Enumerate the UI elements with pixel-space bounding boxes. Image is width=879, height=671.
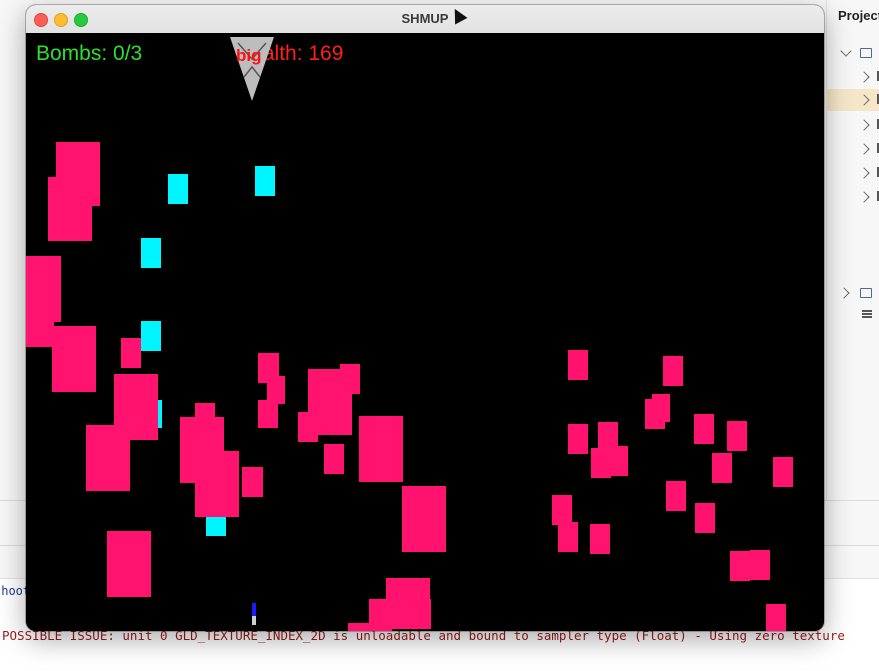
enemy-block: [121, 338, 141, 368]
enemy-block: [663, 356, 683, 386]
enemy-block: [568, 350, 588, 380]
chevron-right-icon: [858, 191, 870, 203]
enemy-block: [591, 448, 611, 478]
project-panel-title: Project: [838, 8, 879, 23]
window-titlebar[interactable]: SHMUP: [26, 5, 824, 34]
bullet: [255, 166, 275, 196]
bombs-counter: Bombs: 0/3: [36, 42, 143, 65]
chevron-right-icon: [858, 71, 870, 83]
enemy-block: [750, 550, 770, 580]
chevron-down-icon: [840, 45, 852, 57]
tree-row-item[interactable]: [826, 186, 879, 208]
bullet: [158, 400, 162, 428]
library-icon: [860, 288, 872, 298]
tree-row-item[interactable]: [826, 162, 879, 184]
enemy-block: [558, 522, 578, 552]
chevron-right-icon: [858, 94, 870, 106]
tree-row-scratches[interactable]: [826, 305, 879, 327]
bullet: [141, 238, 161, 268]
enemy-block: [730, 551, 750, 581]
player-ship: [252, 603, 256, 625]
tree-row-item[interactable]: [826, 66, 879, 88]
enemy-block: [26, 312, 54, 347]
enemy-block: [48, 177, 92, 241]
enemy-block: [727, 421, 747, 451]
chevron-right-icon: [838, 287, 850, 299]
enemy-block: [712, 453, 732, 483]
enemy-block: [552, 495, 572, 525]
enemy-block: [666, 481, 686, 511]
tree-row-libraries[interactable]: [826, 282, 879, 304]
enemy-block: [107, 531, 151, 597]
tree-row-root[interactable]: [826, 42, 879, 64]
enemy-block: [52, 326, 96, 392]
chevron-right-icon: [858, 119, 870, 131]
enemy-block: [258, 400, 278, 428]
scratches-icon: [862, 310, 872, 312]
folder-icon: [860, 48, 872, 58]
window-title: SHMUP: [401, 11, 449, 26]
enemy-block: [242, 467, 263, 497]
enemy-block: [766, 604, 786, 631]
tree-row-item[interactable]: [826, 138, 879, 160]
enemy-block: [86, 425, 130, 491]
enemy-block: [610, 446, 628, 476]
bullet: [141, 321, 161, 351]
enemy-block: [217, 476, 239, 506]
enemy-block: [359, 416, 403, 482]
bullet: [206, 514, 226, 536]
enemy-block: [340, 364, 360, 394]
enemy-block: [324, 444, 344, 474]
enemy-block: [195, 403, 215, 417]
bullet: [168, 174, 188, 204]
tree-row-item[interactable]: [826, 114, 879, 136]
enemy-block: [695, 503, 715, 533]
game-window[interactable]: SHMUP Bombs: 0/3 Health: 169 big: [26, 5, 824, 631]
enemy-block: [348, 623, 392, 631]
enemy-block: [652, 394, 670, 422]
enemy-block: [694, 414, 714, 444]
enemy-block: [568, 424, 588, 454]
chevron-right-icon: [858, 143, 870, 155]
tree-row-item-selected[interactable]: [826, 89, 879, 111]
game-canvas[interactable]: Bombs: 0/3 Health: 169 big: [26, 33, 824, 631]
enemy-block: [773, 457, 793, 487]
chevron-right-icon: [858, 167, 870, 179]
enemy-block: [590, 524, 610, 554]
enemy-block: [402, 486, 446, 552]
hit-marker: big: [236, 46, 262, 65]
